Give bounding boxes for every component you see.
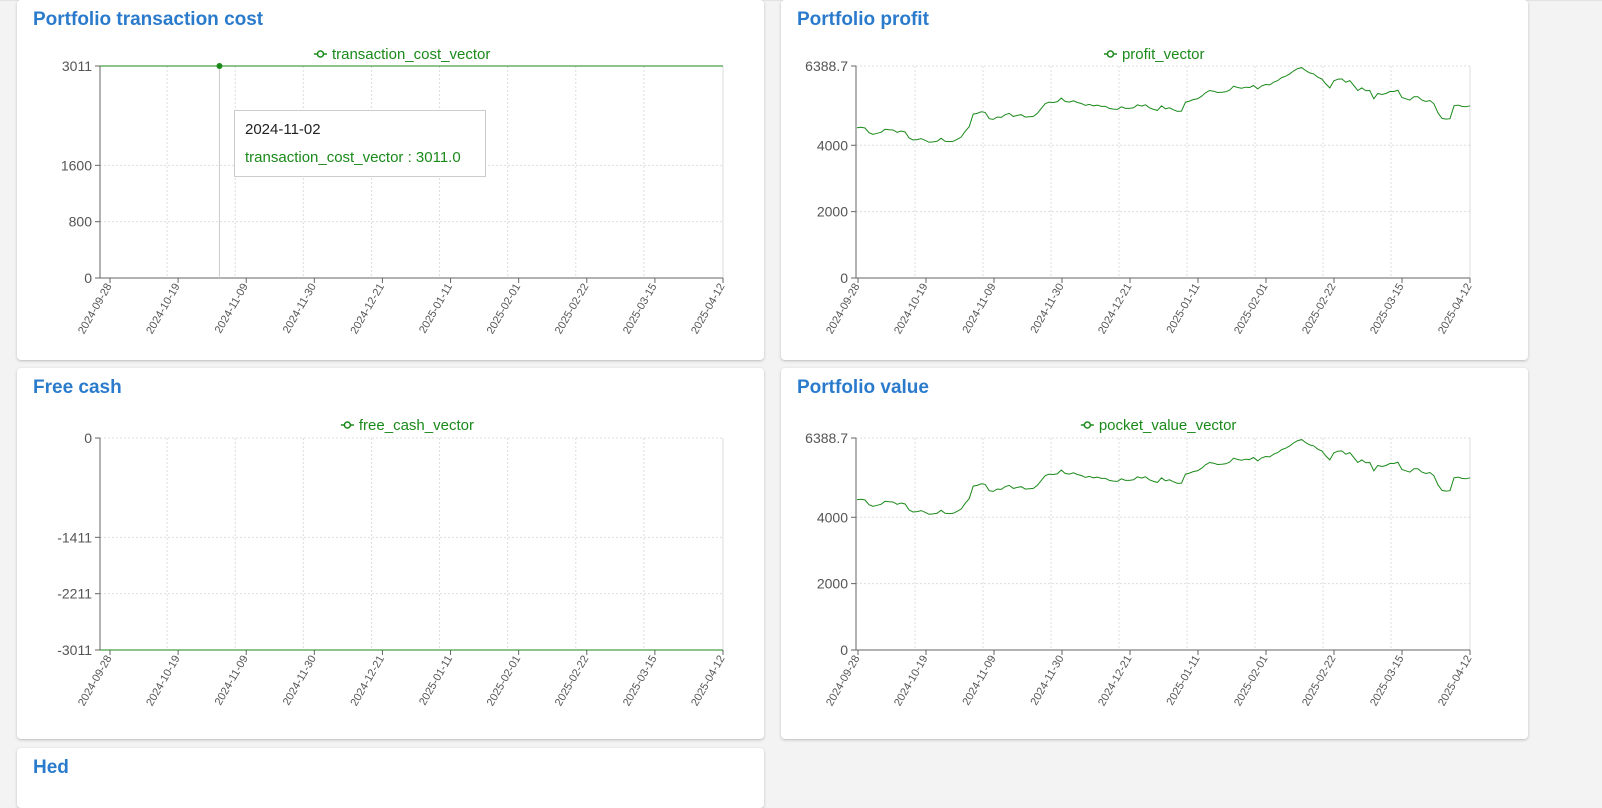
x-tick-label: 2024-12-21 <box>1096 654 1135 709</box>
legend-label: transaction_cost_vector <box>332 46 490 63</box>
x-tick-label: 2024-10-19 <box>144 654 183 709</box>
card-transaction-cost: Portfolio transaction cost 2024-09-28 202… <box>17 0 764 360</box>
portfolio-value-chart: 2024-09-28 2024-10-19 2024-11-09 2024-11-30… <box>805 417 1475 709</box>
x-tick-label: 2025-02-22 <box>553 654 592 709</box>
y-tick-label: 2000 <box>817 204 848 220</box>
x-tick-label: 2024-11-30 <box>1028 654 1066 708</box>
x-tick-label: 2025-04-12 <box>689 654 728 709</box>
x-tick-label: 2025-03-15 <box>1368 654 1407 709</box>
y-tick-label: 6388.7 <box>805 58 848 74</box>
legend-marker-dot <box>316 50 325 58</box>
x-tick-label: 2025-01-11 <box>417 654 455 708</box>
x-tick-label: 2025-02-01 <box>485 654 524 709</box>
x-tick-label: 2024-09-28 <box>824 282 863 337</box>
hover-point[interactable] <box>216 63 223 69</box>
x-tick-label: 2024-11-09 <box>213 282 251 336</box>
legend[interactable]: transaction_cost_vector <box>313 46 490 63</box>
card-portfolio-value: Portfolio value 2024-09-28 2024-10-19 2024… <box>781 368 1528 739</box>
x-tick-label: 2024-09-28 <box>76 282 115 337</box>
card-title: Hed <box>33 757 69 778</box>
series-line <box>856 439 1471 515</box>
legend-label: pocket_value_vector <box>1099 417 1237 434</box>
x-tick-label: 2025-04-12 <box>1436 282 1475 337</box>
legend[interactable]: pocket_value_vector <box>1080 417 1237 434</box>
y-tick-label: 3011 <box>62 58 92 74</box>
legend-marker-dot <box>343 421 352 429</box>
series-line <box>856 67 1471 143</box>
chart-tooltip: 2024-11-02 transaction_cost_vector : 301… <box>234 110 486 177</box>
x-tick-label: 2024-09-28 <box>76 654 115 709</box>
y-tick-label: -1411 <box>57 529 92 545</box>
y-tick-label: 4000 <box>817 137 848 153</box>
y-tick-label: -3011 <box>57 642 92 658</box>
x-tick-label: 2025-01-11 <box>417 282 455 336</box>
x-tick-label: 2025-02-22 <box>1300 654 1339 709</box>
x-tick-label: 2024-10-19 <box>144 282 183 337</box>
y-tick-label: 4000 <box>817 509 848 525</box>
tooltip-date: 2024-11-02 <box>245 121 321 138</box>
y-tick-label: 0 <box>84 270 92 286</box>
legend[interactable]: profit_vector <box>1103 46 1205 63</box>
x-tick-label: 2024-09-28 <box>824 654 863 709</box>
y-tick-label: -2211 <box>57 586 92 602</box>
x-tick-label: 2025-04-12 <box>1436 654 1475 709</box>
x-tick-label: 2024-11-09 <box>960 654 998 708</box>
y-tick-label: 0 <box>840 642 848 658</box>
x-tick-label: 2025-01-11 <box>1164 282 1202 336</box>
card-free-cash: Free cash 2024-09-28 2024-10-19 2024-11-09… <box>17 368 764 739</box>
legend-marker-dot <box>1083 421 1092 429</box>
x-tick-label: 2025-02-01 <box>485 281 524 336</box>
y-tick-label: 0 <box>840 270 848 286</box>
x-tick-label: 2025-03-15 <box>1368 282 1407 337</box>
x-tick-label: 2024-11-30 <box>281 282 319 336</box>
legend-label: profit_vector <box>1122 46 1205 63</box>
y-tick-label: 800 <box>69 214 93 230</box>
profit-chart: 2024-09-28 2024-10-19 2024-11-09 2024-11-30… <box>805 46 1475 337</box>
legend[interactable]: free_cash_vector <box>340 417 474 434</box>
y-tick-label: 2000 <box>817 576 848 592</box>
x-tick-label: 2025-02-01 <box>1232 654 1271 709</box>
x-tick-label: 2025-02-22 <box>1300 282 1339 337</box>
legend-marker-dot <box>1106 50 1115 58</box>
x-tick-label: 2025-02-01 <box>1232 282 1271 337</box>
x-tick-label: 2025-02-22 <box>553 282 592 337</box>
tooltip-value: transaction_cost_vector : 3011.0 <box>245 149 461 166</box>
card-hed: Hed <box>17 748 764 808</box>
x-tick-label: 2024-11-30 <box>1028 282 1066 336</box>
y-tick-label: 6388.7 <box>805 430 848 446</box>
transaction-cost-chart: 2024-09-28 2024-10-19 2024-11-09 2024-11-30… <box>61 46 728 337</box>
x-tick-label: 2025-04-12 <box>689 282 728 337</box>
x-tick-label: 2025-03-15 <box>621 282 660 337</box>
x-tick-label: 2024-12-21 <box>1096 282 1135 337</box>
x-tick-label: 2024-10-19 <box>892 654 931 709</box>
x-tick-label: 2024-10-19 <box>892 282 931 337</box>
legend-label: free_cash_vector <box>359 417 474 434</box>
x-tick-label: 2024-12-21 <box>349 654 388 709</box>
x-tick-label: 2024-11-09 <box>213 654 251 708</box>
x-tick-label: 2024-11-09 <box>960 282 998 336</box>
y-tick-label: 1600 <box>61 157 92 173</box>
x-tick-label: 2024-12-21 <box>349 282 388 337</box>
x-tick-label: 2025-01-11 <box>1164 654 1202 708</box>
card-profit: Portfolio profit 2024-09-28 2024-10-19 202… <box>781 0 1528 360</box>
free-cash-chart: 2024-09-28 2024-10-19 2024-11-09 2024-11-30… <box>57 417 728 709</box>
y-tick-label: 0 <box>84 430 92 446</box>
x-tick-label: 2025-03-15 <box>621 654 660 709</box>
x-tick-label: 2024-11-30 <box>281 654 319 708</box>
